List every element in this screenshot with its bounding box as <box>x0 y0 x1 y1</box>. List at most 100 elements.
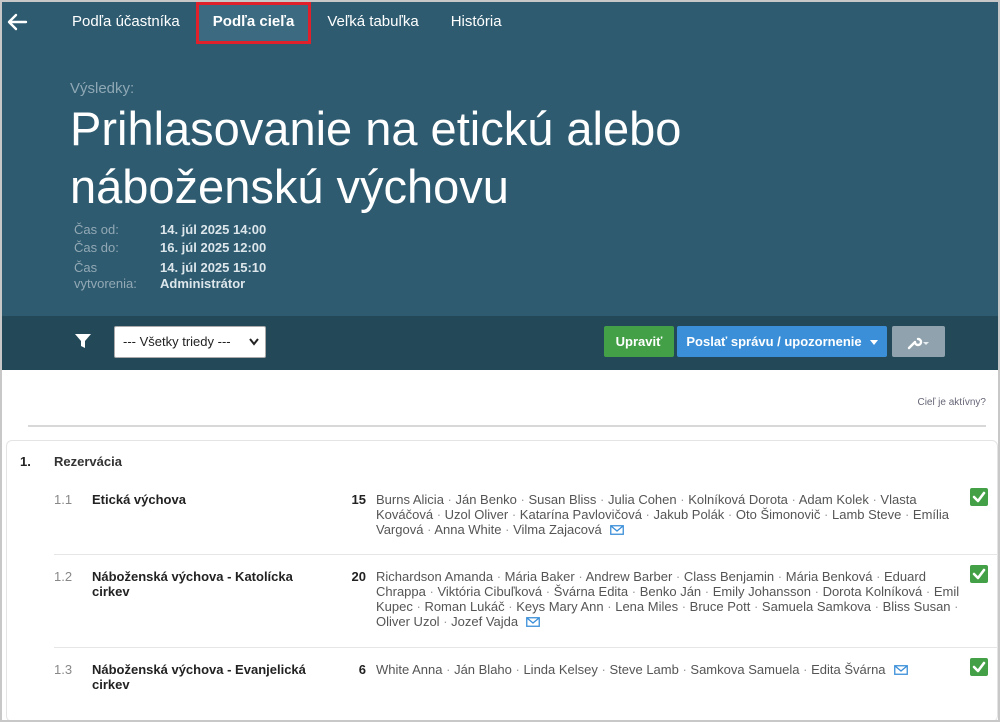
divider <box>28 425 986 427</box>
participant-list: White Anna · Ján Blaho · Linda Kelsey · … <box>376 662 966 677</box>
participant-name: Roman Lukáč <box>424 599 505 614</box>
participant-name: Linda Kelsey <box>523 662 598 677</box>
separator: · <box>516 492 529 507</box>
participant-name: White Anna <box>376 662 443 677</box>
separator: · <box>596 492 608 507</box>
class-select[interactable]: --- Všetky triedy --- <box>114 326 266 358</box>
participant-name: Steve Lamb <box>609 662 679 677</box>
tab-by-participant[interactable]: Podľa účastníka <box>56 2 196 44</box>
participant-name: Katarína Pavlovičová <box>519 507 642 522</box>
separator: · <box>799 662 812 677</box>
separator: · <box>901 507 913 522</box>
participant-name: Susan Bliss <box>528 492 597 507</box>
separator: · <box>641 507 654 522</box>
send-message-button[interactable]: Poslať správu / upozornenie <box>677 326 887 357</box>
arrow-left-icon[interactable] <box>6 11 28 33</box>
separator: · <box>508 507 520 522</box>
separator: · <box>701 584 713 599</box>
separator: · <box>820 507 832 522</box>
goal-number: 1.1 <box>54 492 73 507</box>
envelope-icon[interactable] <box>609 525 624 535</box>
meta-label-from: Čas od: <box>74 222 119 237</box>
separator: · <box>922 584 934 599</box>
separator: · <box>511 662 524 677</box>
goal-number: 1.2 <box>54 569 73 584</box>
meta-value-author: Administrátor <box>160 276 246 291</box>
participant-name: Vilma Zajacová <box>513 522 602 537</box>
separator: · <box>442 662 455 677</box>
separator: · <box>542 584 554 599</box>
participant-list: Richardson Amanda · Mária Baker · Andrew… <box>376 569 966 629</box>
separator: · <box>574 569 586 584</box>
participant-name: Kolníková Dorota <box>688 492 788 507</box>
separator: · <box>439 614 452 629</box>
checkbox-checked-icon[interactable] <box>970 658 988 676</box>
meta-value-created: 14. júl 2025 15:10 <box>160 260 267 275</box>
participant-name: Class Benjamin <box>683 569 775 584</box>
separator: · <box>433 507 445 522</box>
separator: · <box>672 569 684 584</box>
tab-big-table[interactable]: Veľká tabuľka <box>311 2 434 44</box>
class-select-value: --- Všetky triedy --- <box>123 334 231 349</box>
goal-number: 1.3 <box>54 662 73 677</box>
tools-button[interactable] <box>892 326 945 357</box>
separator: · <box>868 492 881 507</box>
separator: · <box>678 662 691 677</box>
separator: · <box>787 492 799 507</box>
envelope-icon[interactable] <box>526 617 541 627</box>
checkbox-checked-icon[interactable] <box>970 565 988 583</box>
meta-value-from: 14. júl 2025 14:00 <box>160 222 267 237</box>
separator: · <box>774 569 786 584</box>
participant-name: Lena Miles <box>615 599 679 614</box>
participant-name: Samuela Samkova <box>761 599 872 614</box>
separator: · <box>676 492 689 507</box>
separator: · <box>603 599 616 614</box>
view-tabs: Podľa účastníka Podľa cieľa Veľká tabuľk… <box>56 2 518 44</box>
participant-list: Burns Alicia · Ján Benko · Susan Bliss ·… <box>376 492 966 537</box>
group-title: Rezervácia <box>54 454 122 469</box>
edit-button[interactable]: Upraviť <box>604 326 674 357</box>
participant-name: Julia Cohen <box>607 492 677 507</box>
meta-value-to: 16. júl 2025 12:00 <box>160 240 267 255</box>
goal-row: 1.2 Náboženská výchova - Katolícka cirke… <box>22 565 998 635</box>
page-subtitle: Výsledky: <box>70 80 135 97</box>
meta-label-to: Čas do: <box>74 240 119 255</box>
participant-name: Anna White <box>434 522 502 537</box>
tab-history[interactable]: História <box>435 2 518 44</box>
separator: · <box>493 569 505 584</box>
row-divider <box>54 554 998 555</box>
tab-by-goal[interactable]: Podľa cieľa <box>195 2 312 44</box>
participant-name: Oliver Uzol <box>376 614 440 629</box>
event-meta: Čas od: 14. júl 2025 14:00 Čas do: 16. j… <box>74 222 266 292</box>
participant-name: Andrew Barber <box>585 569 673 584</box>
participant-name: Lamb Steve <box>831 507 902 522</box>
goal-name: Etická výchova <box>92 492 186 507</box>
participant-name: Bliss Susan <box>882 599 951 614</box>
separator: · <box>950 599 959 614</box>
participant-count: 6 <box>358 662 366 677</box>
participant-name: Mária Benková <box>785 569 873 584</box>
separator: · <box>871 599 883 614</box>
participant-name: Jakub Polák <box>653 507 725 522</box>
separator: · <box>425 584 438 599</box>
participant-name: Adam Kolek <box>798 492 869 507</box>
participant-name: Oto Šimonovič <box>735 507 821 522</box>
filter-icon[interactable] <box>74 332 92 350</box>
participant-name: Samkova Samuela <box>690 662 800 677</box>
chevron-down-icon <box>249 338 259 346</box>
separator: · <box>501 522 514 537</box>
participant-name: Uzol Oliver <box>444 507 509 522</box>
envelope-icon[interactable] <box>893 665 908 675</box>
participant-name: Jozef Vajda <box>451 614 519 629</box>
caret-down-icon <box>869 340 878 346</box>
goal-active-link[interactable]: Cieľ je aktívny? <box>917 397 986 408</box>
goal-name: Náboženská výchova - Evanjelická cirkev <box>92 662 306 692</box>
participant-name: Bruce Pott <box>689 599 751 614</box>
participant-name: Viktória Cibuľková <box>437 584 543 599</box>
participant-name: Švárna Edita <box>553 584 629 599</box>
checkbox-checked-icon[interactable] <box>970 488 988 506</box>
results-header: Podľa účastníka Podľa cieľa Veľká tabuľk… <box>2 2 998 316</box>
wrench-icon <box>907 337 929 349</box>
goal-row: 1.1 Etická výchova 15 Burns Alicia · Ján… <box>22 488 998 542</box>
goal-row: 1.3 Náboženská výchova - Evanjelická cir… <box>22 658 998 698</box>
